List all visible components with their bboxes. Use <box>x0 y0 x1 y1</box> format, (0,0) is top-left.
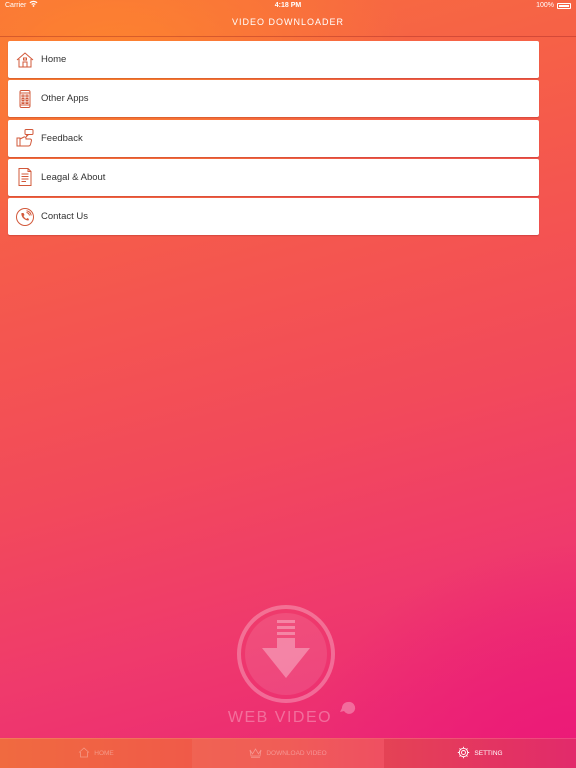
battery-icon <box>557 3 571 9</box>
web-video-watermark-logo: WEB VIDEO <box>218 598 358 728</box>
menu-item-legal-about[interactable]: Leagal & About <box>8 158 539 196</box>
tab-setting-label: SETTING <box>474 750 503 757</box>
menu-label-feedback: Feedback <box>41 132 83 144</box>
menu-label-home: Home <box>41 54 67 65</box>
status-time: 4:18 PM <box>274 2 302 9</box>
phone-apps-icon <box>14 88 36 110</box>
document-icon <box>14 166 36 188</box>
watermark-text: WEB VIDEO <box>228 709 332 726</box>
tab-setting[interactable]: SETTING <box>384 739 576 768</box>
feedback-hand-icon <box>14 127 36 149</box>
menu-item-contact-us[interactable]: Contact Us <box>8 198 539 236</box>
tab-download-video-label: DOWNLOAD VIDEO <box>266 750 327 757</box>
home-icon <box>14 49 36 71</box>
home-icon <box>78 747 90 760</box>
tab-home[interactable]: HOME <box>0 739 192 768</box>
nav-divider <box>0 36 576 37</box>
tab-home-label: HOME <box>94 750 114 757</box>
menu-label-contact-us: Contact Us <box>41 211 88 223</box>
crown-icon <box>249 747 262 760</box>
menu-item-feedback[interactable]: Feedback <box>8 119 539 157</box>
gear-icon <box>457 746 470 761</box>
phone-call-icon <box>14 206 36 228</box>
status-bar: Carrier 4:18 PM 100% <box>0 0 576 12</box>
menu-label-other-apps: Other Apps <box>41 93 89 105</box>
tab-download-video[interactable]: DOWNLOAD VIDEO <box>192 739 384 768</box>
menu-label-legal-about: Leagal & About <box>41 171 106 183</box>
navigation-bar: VIDEO DOWNLOADER <box>0 12 576 36</box>
menu-item-other-apps[interactable]: Other Apps <box>8 80 539 118</box>
status-right: 100% <box>536 0 571 12</box>
battery-percent: 100% <box>536 2 554 9</box>
tab-bar: HOME DOWNLOAD VIDEO SETTING <box>0 738 576 768</box>
page-title: VIDEO DOWNLOADER <box>231 17 344 27</box>
settings-menu: Home Other Apps Feedback Leagal & About … <box>8 41 539 237</box>
menu-item-home[interactable]: Home <box>8 41 539 78</box>
